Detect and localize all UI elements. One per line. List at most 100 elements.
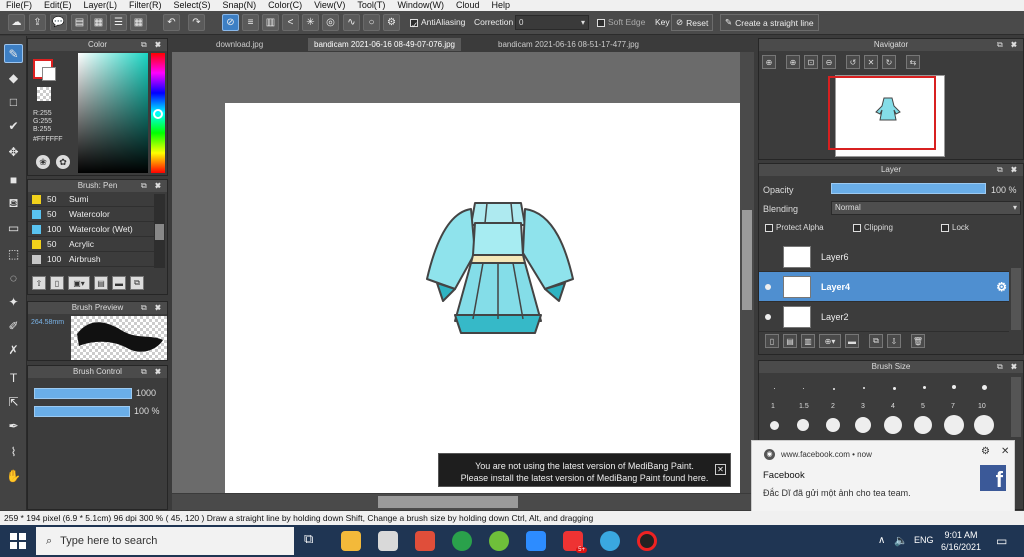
- tray-chevron-icon[interactable]: ∧: [878, 535, 885, 546]
- record-icon[interactable]: [637, 531, 657, 551]
- snap-grid-icon[interactable]: ▥: [262, 14, 279, 31]
- close-icon[interactable]: ✕: [1001, 446, 1009, 457]
- app-icon[interactable]: [415, 531, 435, 551]
- panel-controls[interactable]: ⧉ ✖: [997, 361, 1020, 373]
- save-icon[interactable]: ▤: [71, 14, 88, 31]
- snap-curve-icon[interactable]: ∿: [343, 14, 360, 31]
- trash-icon[interactable]: 🗑: [911, 334, 925, 348]
- lock-toggle[interactable]: Lock: [941, 223, 969, 232]
- flip-icon[interactable]: ⇆: [906, 55, 920, 69]
- text-tool-icon[interactable]: T: [4, 368, 23, 387]
- update-notice[interactable]: You are not using the latest version of …: [438, 453, 731, 487]
- menu-help[interactable]: Help: [485, 0, 516, 11]
- panel-controls[interactable]: ⧉ ✖: [141, 366, 164, 378]
- brush-settings-icon[interactable]: ▤: [94, 276, 108, 290]
- menu-view[interactable]: View(V): [308, 0, 351, 11]
- brush-list-scrollbar[interactable]: [154, 194, 165, 268]
- grid-icon[interactable]: ▦: [90, 14, 107, 31]
- snap-off-icon[interactable]: ⊘: [222, 14, 239, 31]
- menu-layer[interactable]: Layer(L): [78, 0, 124, 11]
- color-picker-icon[interactable]: ✿: [56, 155, 70, 169]
- merge-layer-icon[interactable]: ⇩: [887, 334, 901, 348]
- select-eraser-tool-icon[interactable]: ✗: [4, 340, 23, 359]
- select-tool-icon[interactable]: ⬚: [4, 244, 23, 263]
- comment-icon[interactable]: 💬: [50, 14, 67, 31]
- palette-icon[interactable]: ❀: [36, 155, 50, 169]
- lasso-tool-icon[interactable]: ◌: [4, 268, 23, 287]
- layers-icon[interactable]: ☰: [110, 14, 127, 31]
- reset-button[interactable]: ⊘ Reset: [671, 14, 714, 31]
- check-tool-icon[interactable]: ✔: [4, 116, 23, 135]
- scrollbar-thumb[interactable]: [742, 210, 752, 310]
- antialiasing-toggle[interactable]: ✓ AntiAliasing: [410, 17, 465, 30]
- vertical-scrollbar[interactable]: [740, 52, 754, 493]
- zoom-icon[interactable]: ⊕: [762, 55, 776, 69]
- windows-start-icon[interactable]: [10, 533, 26, 549]
- saturation-value-picker[interactable]: [78, 53, 148, 173]
- visibility-icon[interactable]: [765, 284, 771, 290]
- lock-checkbox[interactable]: [941, 223, 949, 232]
- rectangle-tool-icon[interactable]: □: [4, 92, 23, 111]
- rotate-left-icon[interactable]: ↺: [846, 55, 860, 69]
- gear-icon[interactable]: ⚙: [996, 280, 1007, 294]
- menu-filter[interactable]: Filter(R): [123, 0, 168, 11]
- antialiasing-checkbox[interactable]: ✓: [410, 18, 418, 30]
- menu-cloud[interactable]: Cloud: [450, 0, 486, 11]
- soft-edge-toggle[interactable]: Soft Edge: [597, 17, 645, 27]
- browser-icon[interactable]: [600, 531, 620, 551]
- gear-icon[interactable]: ⚙: [981, 446, 990, 457]
- panel-controls[interactable]: ⧉ ✖: [997, 39, 1020, 51]
- brush-size-scrollbar[interactable]: [1011, 377, 1021, 437]
- close-icon[interactable]: ✕: [715, 464, 726, 475]
- notification-app-icon[interactable]: 5+: [563, 531, 587, 553]
- reset-view-icon[interactable]: ✕: [864, 55, 878, 69]
- layer-row[interactable]: Layer2: [759, 302, 1009, 332]
- scrollbar-thumb[interactable]: [378, 496, 518, 508]
- layer-row-selected[interactable]: Layer4 ⚙: [759, 272, 1009, 302]
- move-tool-icon[interactable]: ✥: [4, 142, 23, 161]
- clipping-checkbox[interactable]: [853, 223, 861, 232]
- menu-snap[interactable]: Snap(N): [217, 0, 263, 11]
- blending-select[interactable]: Normal ▾: [831, 201, 1021, 215]
- snap-circle-icon[interactable]: ◎: [322, 14, 339, 31]
- brush-folder-icon[interactable]: ▬: [112, 276, 126, 290]
- layer-row[interactable]: Layer6: [759, 242, 1009, 272]
- brush-size-slider[interactable]: [34, 388, 132, 399]
- eraser-tool-icon[interactable]: ◆: [4, 68, 23, 87]
- facebook-notification[interactable]: ◉ www.facebook.com • now ⚙ ✕ Facebook Đắ…: [751, 440, 1015, 514]
- brush-item[interactable]: 50 Acrylic: [28, 237, 154, 252]
- navigator-preview[interactable]: [828, 75, 945, 157]
- brush-item[interactable]: 100 Watercolor (Wet): [28, 222, 154, 237]
- panel-controls[interactable]: ⧉ ✖: [997, 164, 1020, 176]
- chrome-taskbar-icon[interactable]: [452, 531, 472, 551]
- cloud-icon[interactable]: ☁: [8, 14, 25, 31]
- hue-handle[interactable]: [153, 109, 163, 119]
- rotate-right-icon[interactable]: ↻: [882, 55, 896, 69]
- canvas-icon[interactable]: ▦: [130, 14, 147, 31]
- layer-menu-icon[interactable]: ⊕▾: [819, 334, 841, 348]
- operation-tool-icon[interactable]: ⇱: [4, 392, 23, 411]
- copy-brush-icon[interactable]: ⧉: [130, 276, 144, 290]
- secondary-color-swatch[interactable]: [42, 67, 56, 81]
- menu-file[interactable]: File(F): [0, 0, 38, 11]
- new-layer-8bit-icon[interactable]: ▤: [783, 334, 797, 348]
- tab-bandicam-1[interactable]: bandicam 2021-06-16 08-49-07-076.jpg: [308, 38, 461, 51]
- taskbar-search[interactable]: ⌕ Type here to search: [36, 527, 294, 555]
- clock[interactable]: 9:01 AM 6/16/2021: [940, 529, 982, 553]
- redo-icon[interactable]: ↷: [188, 14, 205, 31]
- clipping-toggle[interactable]: Clipping: [853, 223, 893, 232]
- undo-icon[interactable]: ↶: [163, 14, 180, 31]
- brush-item[interactable]: 50 Watercolor: [28, 207, 154, 222]
- magic-wand-tool-icon[interactable]: ✦: [4, 292, 23, 311]
- scrollbar-thumb[interactable]: [155, 224, 164, 240]
- zoom-in-icon[interactable]: ⊕: [786, 55, 800, 69]
- new-layer-1bit-icon[interactable]: ▥: [801, 334, 815, 348]
- volume-icon[interactable]: 🔈: [894, 534, 908, 547]
- language-indicator[interactable]: ENG: [914, 535, 934, 545]
- brush-opacity-slider[interactable]: [34, 406, 130, 417]
- soft-edge-checkbox[interactable]: [597, 18, 605, 27]
- visibility-icon[interactable]: [765, 314, 771, 320]
- panel-controls[interactable]: ⧉ ✖: [141, 302, 164, 314]
- menu-edit[interactable]: Edit(E): [38, 0, 78, 11]
- frame-pen-tool-icon[interactable]: ✒: [4, 416, 23, 435]
